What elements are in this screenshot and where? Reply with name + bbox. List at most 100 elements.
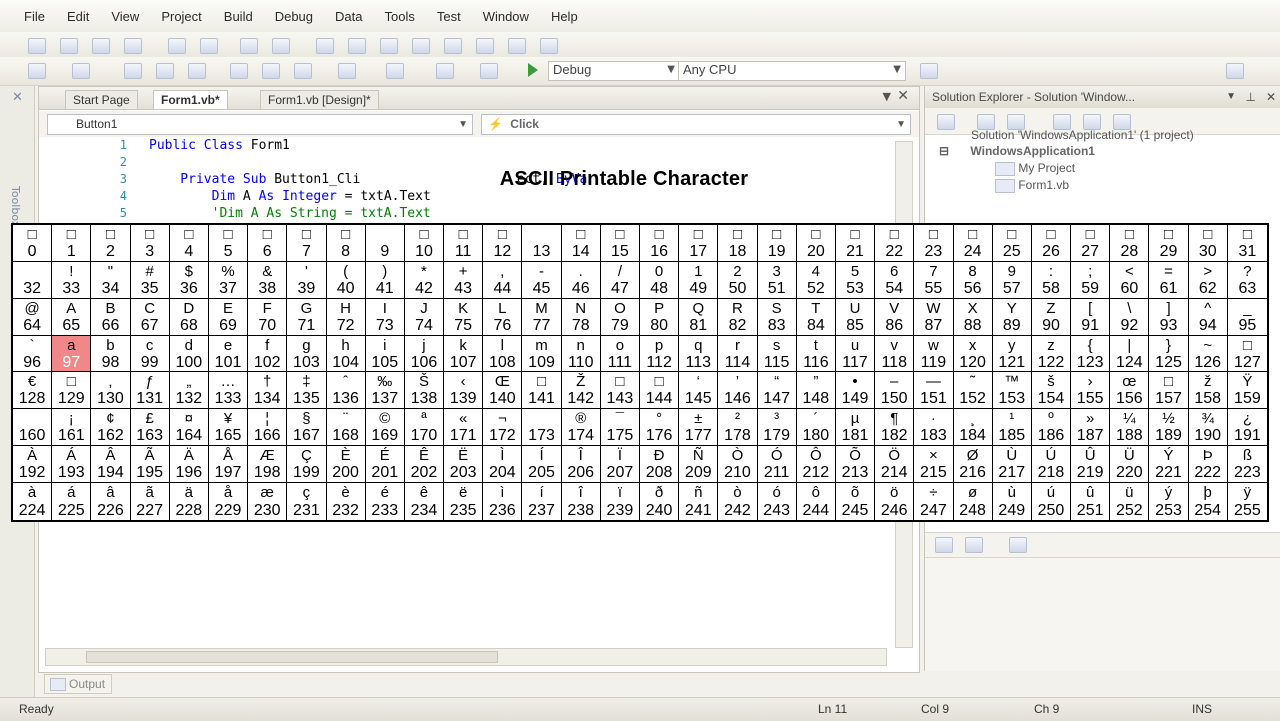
solution-node[interactable]: Solution 'WindowsApplication1' (1 projec… — [971, 128, 1194, 142]
menu-file[interactable]: File — [0, 9, 56, 24]
horizontal-scrollbar[interactable] — [45, 648, 887, 666]
ascii-cell: ^ 94 — [1188, 298, 1228, 336]
paste-icon[interactable] — [294, 63, 312, 79]
pointer-icon[interactable] — [92, 38, 110, 54]
copy-icon[interactable] — [262, 63, 280, 79]
property-pages-icon[interactable] — [1009, 537, 1027, 553]
bookmark-icon[interactable] — [316, 38, 334, 54]
menu-build[interactable]: Build — [213, 9, 264, 24]
next-folder-icon[interactable] — [476, 38, 494, 54]
toolbox-label[interactable]: Toolbox — [9, 186, 22, 227]
clear-bookmark-icon[interactable] — [412, 38, 430, 54]
tab-list-icon[interactable]: ▼ — [883, 90, 891, 103]
solution-config-combo[interactable]: Debug ▼ — [548, 61, 680, 81]
chevron-down-icon[interactable]: ▼ — [1226, 86, 1236, 108]
next-bookmark-icon[interactable] — [380, 38, 398, 54]
scroll-thumb[interactable] — [86, 651, 498, 663]
ascii-char: □ — [811, 226, 821, 243]
uncomment-icon[interactable] — [272, 38, 290, 54]
ascii-cell: › 155 — [1071, 372, 1111, 410]
toolbar-options-icon[interactable] — [1226, 63, 1244, 79]
save-all-icon[interactable] — [188, 63, 206, 79]
menu-test[interactable]: Test — [426, 9, 472, 24]
layout-icon[interactable] — [28, 38, 46, 54]
ascii-code: 212 — [802, 464, 830, 482]
ascii-char: Y — [1006, 299, 1017, 317]
collapse-icon[interactable]: ⊟ — [939, 144, 949, 158]
pin-icon[interactable]: ✕ — [12, 90, 23, 105]
ascii-code: 104 — [332, 353, 359, 371]
cut-icon[interactable] — [230, 63, 248, 79]
prev-bookmark-icon[interactable] — [348, 38, 366, 54]
ascii-cell: ù 249 — [993, 483, 1032, 520]
find-icon[interactable] — [508, 38, 526, 54]
ascii-cell: v 118 — [875, 335, 915, 373]
categorized-icon[interactable] — [935, 537, 953, 553]
ascii-cell: ˜ 152 — [953, 372, 993, 410]
close-icon[interactable]: ✕ — [897, 88, 909, 104]
ascii-code: 94 — [1198, 316, 1217, 334]
tab-form1-design[interactable]: Form1.vb [Design]* — [260, 90, 379, 109]
ascii-code: 172 — [488, 427, 516, 445]
ascii-cell: É 201 — [365, 446, 405, 483]
prev-folder-icon[interactable] — [444, 38, 462, 54]
indent-icon[interactable] — [168, 38, 186, 54]
alphabetical-icon[interactable] — [965, 537, 983, 553]
navigate-forward-icon[interactable] — [480, 63, 498, 79]
code-line-text: 'Dim A As String = txtA.Text — [149, 205, 431, 222]
method-name-combo[interactable]: ⚡ Click ▼ — [481, 114, 911, 135]
ascii-code: 30 — [1198, 243, 1217, 260]
menu-debug[interactable]: Debug — [264, 9, 324, 24]
solution-platform-combo[interactable]: Any CPU ▼ — [678, 61, 906, 81]
ascii-char: } — [1166, 336, 1172, 354]
ascii-char: □ — [654, 226, 664, 243]
ascii-cell: q 113 — [679, 335, 719, 373]
font-size-icon[interactable] — [124, 38, 142, 54]
project-node[interactable]: ⊟ WindowsApplication1 — [939, 144, 1095, 158]
add-item-icon[interactable] — [72, 63, 90, 79]
ascii-cell: ƒ 131 — [130, 372, 170, 410]
ascii-cell: = 61 — [1149, 261, 1189, 299]
ascii-char: A — [66, 299, 77, 317]
save-icon[interactable] — [156, 63, 174, 79]
properties-icon[interactable] — [937, 114, 955, 130]
menu-tools[interactable]: Tools — [373, 9, 425, 24]
code-line[interactable]: 1 Public Class Form1 — [39, 137, 899, 154]
ascii-code: 96 — [23, 353, 41, 371]
ascii-cell: o 111 — [600, 335, 640, 373]
ascii-char: > — [1203, 262, 1213, 280]
comment-icon[interactable] — [240, 38, 258, 54]
navigate-back-icon[interactable] — [436, 63, 454, 79]
open-folder-icon[interactable] — [124, 63, 142, 79]
menu-data[interactable]: Data — [324, 9, 373, 24]
ascii-char: y — [1008, 336, 1016, 354]
output-tab[interactable]: Output — [44, 674, 113, 694]
redo-icon[interactable] — [386, 63, 404, 79]
menu-view[interactable]: View — [100, 9, 150, 24]
ascii-cell: £163 — [130, 409, 170, 447]
code-line[interactable]: 5 'Dim A As String = txtA.Text — [39, 205, 899, 222]
ascii-cell: ÿ 255 — [1228, 483, 1267, 520]
ascii-code: 179 — [763, 427, 790, 445]
menu-edit[interactable]: Edit — [56, 9, 100, 24]
tab-start-page[interactable]: Start Page — [65, 90, 138, 109]
menu-window[interactable]: Window — [472, 9, 540, 24]
ascii-cell: ¿ 191 — [1227, 409, 1267, 447]
ascii-char: R — [732, 299, 743, 317]
find-in-files-icon[interactable] — [920, 63, 938, 79]
menu-help[interactable]: Help — [540, 9, 589, 24]
tab-form1-code[interactable]: Form1.vb* — [153, 90, 228, 109]
replace-icon[interactable] — [540, 38, 558, 54]
start-debugging-icon[interactable] — [528, 63, 538, 77]
pin-icon[interactable]: ⊥ — [1246, 86, 1256, 108]
undo-icon[interactable] — [338, 63, 356, 79]
close-icon[interactable]: ✕ — [1266, 86, 1276, 108]
ascii-code: 250 — [1037, 502, 1065, 519]
menu-project[interactable]: Project — [150, 9, 212, 24]
ascii-char: ú — [1046, 484, 1056, 501]
align-icon[interactable] — [60, 38, 78, 54]
class-name-combo[interactable]: Button1 ▼ — [47, 114, 473, 135]
outdent-icon[interactable] — [200, 38, 218, 54]
new-project-icon[interactable] — [28, 63, 46, 79]
ascii-code: 49 — [689, 279, 708, 297]
